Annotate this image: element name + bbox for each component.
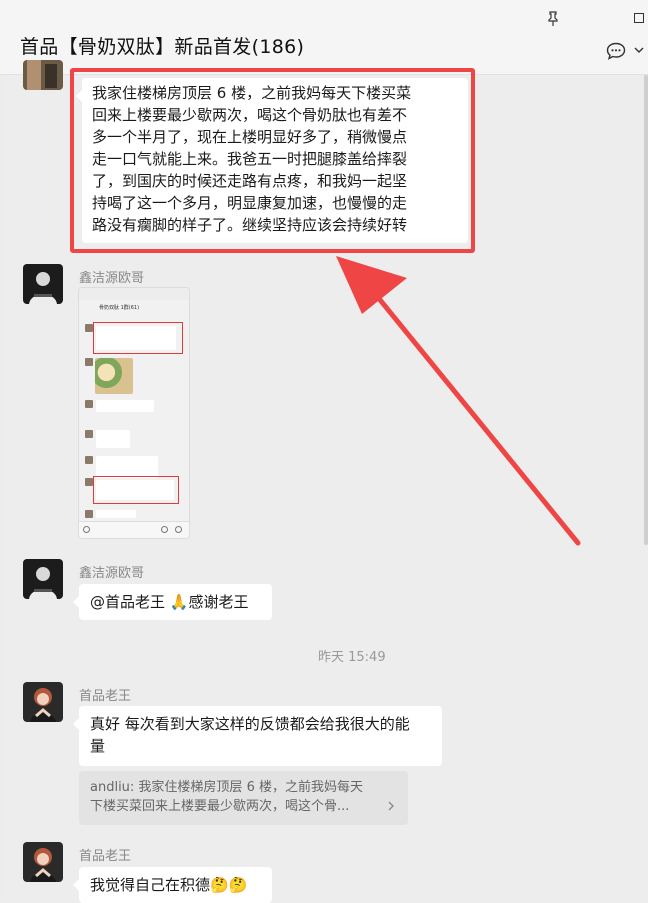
timestamp: 昨天 15:49 — [318, 650, 386, 665]
quote-line: andliu: 我家住楼梯房顶层 6 楼，之前我妈每天 — [90, 780, 363, 795]
scrollbar[interactable] — [644, 75, 648, 545]
screenshot-avatar — [85, 510, 93, 518]
message-bubble[interactable]: 真好 每次看到大家这样的反馈都会给我很大的能 量 — [73, 706, 442, 766]
screenshot-highlight-box — [93, 476, 179, 504]
screenshot-avatar — [85, 324, 93, 332]
message-bubble[interactable]: @首品老王 🙏感谢老王 — [73, 584, 272, 620]
screenshot-bubble — [96, 430, 130, 448]
screenshot-input-bar — [79, 521, 189, 538]
screenshot-avatar — [85, 400, 93, 408]
quote-line: 下楼买菜回来上楼要最少歇两次，喝这个骨... — [90, 799, 350, 814]
arrow-shaft — [369, 287, 581, 546]
avatar[interactable] — [23, 559, 63, 599]
maximize-icon[interactable] — [634, 13, 644, 23]
emoji-icon — [161, 526, 168, 533]
screenshot-food-photo — [95, 358, 133, 394]
sender-name: 鑫洁源欧哥 — [79, 271, 145, 286]
screenshot-avatar — [85, 456, 93, 464]
chat-header: 首品【骨奶双肽】新品首发(186) — [0, 0, 648, 75]
screenshot-header — [79, 288, 189, 300]
screenshot-avatar — [85, 478, 93, 486]
screenshot-bubble — [96, 510, 136, 518]
screenshot-title: 骨奶双肽 1群(61) — [99, 305, 140, 311]
sender-name: 首品老王 — [79, 849, 132, 864]
quoted-message[interactable]: andliu: 我家住楼梯房顶层 6 楼，之前我妈每天 下楼买菜回来上楼要最少歇… — [79, 771, 408, 825]
chat-title: 首品【骨奶双肽】新品首发(186) — [20, 36, 305, 58]
arrow-head — [336, 256, 407, 314]
chat-bubble-more-icon[interactable] — [606, 42, 626, 60]
voice-icon — [83, 526, 90, 533]
avatar[interactable] — [23, 842, 63, 882]
highlight-box — [70, 68, 475, 253]
avatar[interactable] — [23, 60, 63, 90]
message-line: 真好 每次看到大家这样的反馈都会给我很大的能 — [90, 715, 410, 733]
sender-name: 首品老王 — [79, 689, 132, 704]
avatar[interactable] — [23, 264, 63, 304]
window-left-edge — [0, 0, 3, 897]
screenshot-avatar — [85, 430, 93, 438]
chevron-down-icon[interactable] — [634, 46, 644, 54]
message-text: 我觉得自己在积德🤔🤔 — [90, 876, 248, 894]
screenshot-bubble — [96, 400, 154, 412]
screenshot-highlight-box — [93, 322, 183, 354]
pin-icon[interactable] — [546, 11, 560, 27]
message-bubble[interactable]: 我觉得自己在积德🤔🤔 — [73, 867, 272, 903]
chevron-right-icon — [388, 801, 394, 811]
message-line: 量 — [90, 737, 106, 755]
avatar[interactable] — [23, 682, 63, 722]
sender-name: 鑫洁源欧哥 — [79, 566, 145, 581]
chat-screenshot-image[interactable]: 骨奶双肽 1群(61) — [78, 287, 190, 539]
message-text: @首品老王 🙏感谢老王 — [90, 593, 249, 611]
plus-icon — [175, 526, 182, 533]
screenshot-bubble — [96, 456, 158, 478]
screenshot-avatar — [85, 358, 93, 366]
